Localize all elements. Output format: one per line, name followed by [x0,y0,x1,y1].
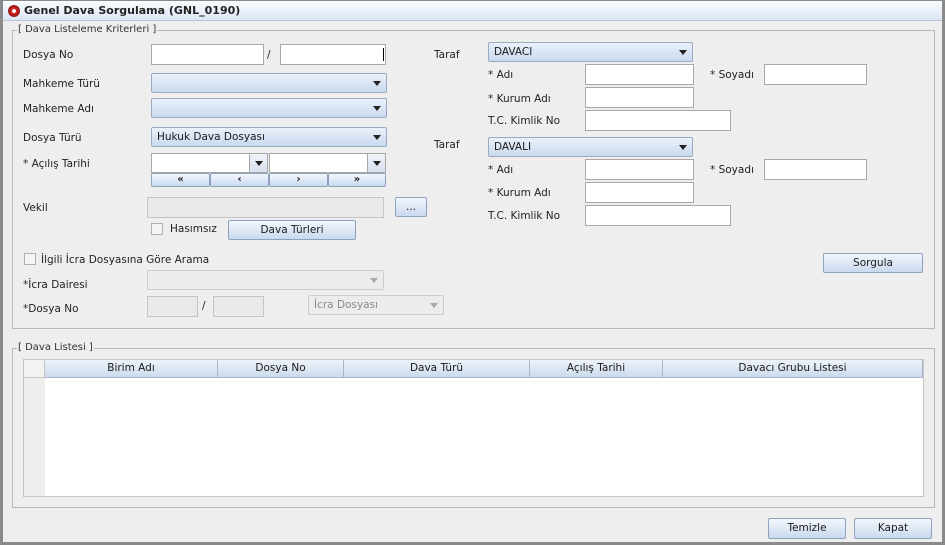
hasimsiz-label: Hasımsız [170,223,217,235]
dosya-no-year-input[interactable] [151,44,264,65]
taraf-2-soyadi-label: * Soyadı [710,164,754,176]
taraf-2-kurum-adi-label: * Kurum Adı [488,187,551,199]
dropdown-arrow-icon [679,50,687,55]
icra-dosyasi-select: İcra Dosyası [308,295,444,315]
taraf-1-kurum-adi-label: * Kurum Adı [488,93,551,105]
nav-prev-button[interactable]: ‹ [210,173,269,187]
calendar-dropdown-icon[interactable] [249,154,267,172]
vekil-input [147,197,384,218]
temizle-button[interactable]: Temizle [768,518,846,539]
taraf-1-tc-label: T.C. Kimlik No [488,115,561,127]
criteria-legend: [ Dava Listeleme Kriterleri ] [17,24,158,35]
mahkeme-adi-label: Mahkeme Adı [23,103,94,115]
dropdown-arrow-icon [373,81,381,86]
acilis-tarihi-end-date[interactable] [269,153,386,173]
hasimsiz-checkbox[interactable] [151,223,163,235]
nav-last-button[interactable]: » [328,173,386,187]
kapat-button[interactable]: Kapat [854,518,932,539]
dosya-no-label: Dosya No [23,49,74,61]
taraf-2-kurum-adi-input[interactable] [585,182,694,203]
dosya-turu-value: Hukuk Dava Dosyası [157,131,265,143]
icra-dairesi-label: *İcra Dairesi [23,279,88,291]
taraf-2-adi-label: * Adı [488,164,514,176]
sorgula-button[interactable]: Sorgula [823,253,923,273]
text-cursor [383,48,384,61]
list-legend: [ Dava Listesi ] [17,342,94,353]
dropdown-arrow-icon [430,303,438,308]
main-window: Genel Dava Sorgulama (GNL_0190) [ Dava L… [0,0,945,545]
dosya-turu-select[interactable]: Hukuk Dava Dosyası [151,127,387,147]
column-header-acilis-tarihi[interactable]: Açılış Tarihi [530,360,663,378]
taraf-2-soyadi-input[interactable] [764,159,867,180]
row-header-strip [24,378,45,496]
taraf-1-soyadi-label: * Soyadı [710,69,754,81]
icra-dosya-no-label: *Dosya No [23,303,79,315]
icra-dosya-year-input [147,296,198,317]
nav-next-button[interactable]: › [269,173,328,187]
dava-table[interactable]: Birim Adı Dosya No Dava Türü Açılış Tari… [23,359,924,497]
dropdown-arrow-icon [373,135,381,140]
acilis-tarihi-label: * Açılış Tarihi [23,158,90,170]
vekil-browse-button[interactable]: ... [395,197,427,217]
taraf-1-soyadi-input[interactable] [764,64,867,85]
column-header-dosya-no[interactable]: Dosya No [218,360,344,378]
taraf-1-adi-label: * Adı [488,69,514,81]
icra-dairesi-select [147,270,384,290]
icra-dosyasi-value: İcra Dosyası [314,299,378,311]
acilis-tarihi-start-date[interactable] [151,153,268,173]
dropdown-arrow-icon [373,106,381,111]
column-header-dava-turu[interactable]: Dava Türü [344,360,530,378]
dava-turleri-button[interactable]: Dava Türleri [228,220,356,240]
taraf-1-adi-input[interactable] [585,64,694,85]
taraf-1-kurum-adi-input[interactable] [585,87,694,108]
dropdown-arrow-icon [679,145,687,150]
title-bar: Genel Dava Sorgulama (GNL_0190) [3,1,942,21]
icra-search-checkbox[interactable] [24,253,36,265]
icra-dosya-number-input [213,296,264,317]
mahkeme-turu-select[interactable] [151,73,387,93]
taraf-2-value: DAVALI [494,141,532,153]
taraf-2-select[interactable]: DAVALI [488,137,693,157]
vekil-label: Vekil [23,202,48,214]
icra-dosya-separator: / [202,300,206,312]
taraf-1-tc-input[interactable] [585,110,731,131]
taraf-2-adi-input[interactable] [585,159,694,180]
taraf-1-label: Taraf [434,49,460,61]
dosya-no-number-input[interactable] [280,44,386,65]
taraf-2-tc-label: T.C. Kimlik No [488,210,561,222]
column-header-davaci-grubu[interactable]: Davacı Grubu Listesi [663,360,923,378]
window-title: Genel Dava Sorgulama (GNL_0190) [24,4,241,17]
icra-search-label: İlgili İcra Dosyasına Göre Arama [41,254,210,266]
dropdown-arrow-icon [370,278,378,283]
taraf-1-value: DAVACI [494,46,533,58]
taraf-2-label: Taraf [434,139,460,151]
app-logo-icon [8,5,20,17]
taraf-2-tc-input[interactable] [585,205,731,226]
column-header-birim-adi[interactable]: Birim Adı [45,360,218,378]
dosya-no-separator: / [267,49,271,61]
nav-first-button[interactable]: « [151,173,210,187]
calendar-dropdown-icon[interactable] [367,154,385,172]
table-corner [24,360,45,378]
dosya-turu-label: Dosya Türü [23,132,82,144]
taraf-1-select[interactable]: DAVACI [488,42,693,62]
mahkeme-adi-select[interactable] [151,98,387,118]
mahkeme-turu-label: Mahkeme Türü [23,78,100,90]
